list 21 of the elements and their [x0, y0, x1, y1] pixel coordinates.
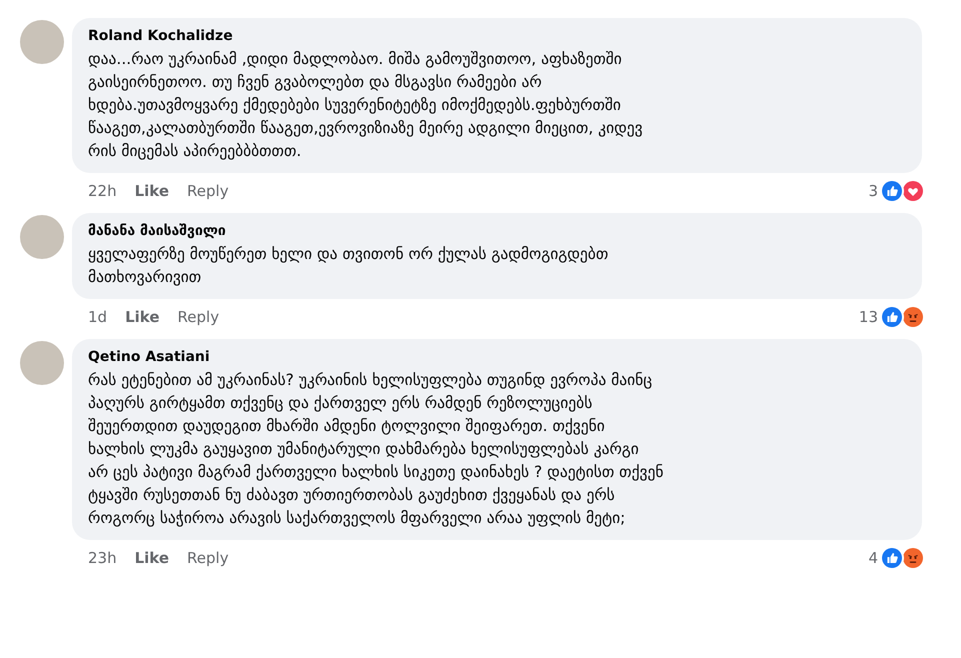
reaction-count[interactable]: 13 — [858, 308, 878, 326]
comment-time[interactable]: 23h — [88, 549, 117, 567]
comment-text: ყველაფერზე მოუწერეთ ხელი და თვითონ ორ ქულას გადმოგიგდებთ მათხოვარივით — [88, 244, 610, 288]
reply-link[interactable]: Reply — [178, 308, 220, 326]
author-name[interactable]: მანანა მაისაშვილი — [88, 223, 908, 239]
comment-time[interactable]: 22h — [88, 182, 117, 200]
like-link[interactable]: Like — [125, 308, 160, 326]
like-link[interactable]: Like — [134, 549, 170, 567]
comment-time[interactable]: 1d — [88, 308, 108, 326]
avatar[interactable] — [20, 215, 64, 259]
comment-text: დაა...რაო უკრაინამ ,დიდი მადლობაო. მიშა გამოუშვითოო, აფხაზეთში გაისეირნეთოო. თუ ჩვენ გვაბოლებთ და მსგავსი რამეები არ ხდება.უთავმოყვარე ქმედებები სუვერენიტეტზე იმოქმედებს.ფეხბურთში წააგეთ,კალათბურთში წააგეთ,ევროვიზიაზე მეირე ადგილი მიეცით, კიდევ რის მიცემას აპირეებბბთთთ. — [88, 49, 644, 162]
reaction-count[interactable]: 4 — [868, 549, 878, 567]
reply-link[interactable]: Reply — [187, 182, 229, 200]
reaction-count[interactable]: 3 — [868, 182, 878, 200]
author-name[interactable]: Qetino Asatiani — [88, 349, 908, 365]
reply-link[interactable]: Reply — [187, 549, 229, 567]
author-name[interactable]: Roland Kochalidze — [88, 28, 908, 44]
avatar[interactable] — [20, 341, 64, 385]
avatar[interactable] — [20, 20, 64, 64]
like-link[interactable]: Like — [134, 182, 170, 200]
comment-text: რას ეტენებით ამ უკრაინას? უკრაინის ხელისუფლება თუგინდ ევროპა მაინც პაღურს გირტყამთ თქვენც და ქართველ ერს რამდენ რეზოლუციებს შეუერთდით დაუდეგით მხარში ამდენი ტოლვილი შეიფარეთ. თქვენი ხალხის ლუკმა გაუყავით უმანიტარული დახმარება ხელისუფლებას კარგი არ ცეს პატივი მაგრამ ქართველი ხალხის სიკეთე დაინახეს ? დაეტისთ თქვენ ტყავში რუსეთთან ნუ ძაბავთ ურთიერთობას გაუძეხით ქვეყანას და ერს როგორც საჭიროა არავის საქართველოს მფარველი არაა უფლის მეტი; — [88, 370, 664, 529]
